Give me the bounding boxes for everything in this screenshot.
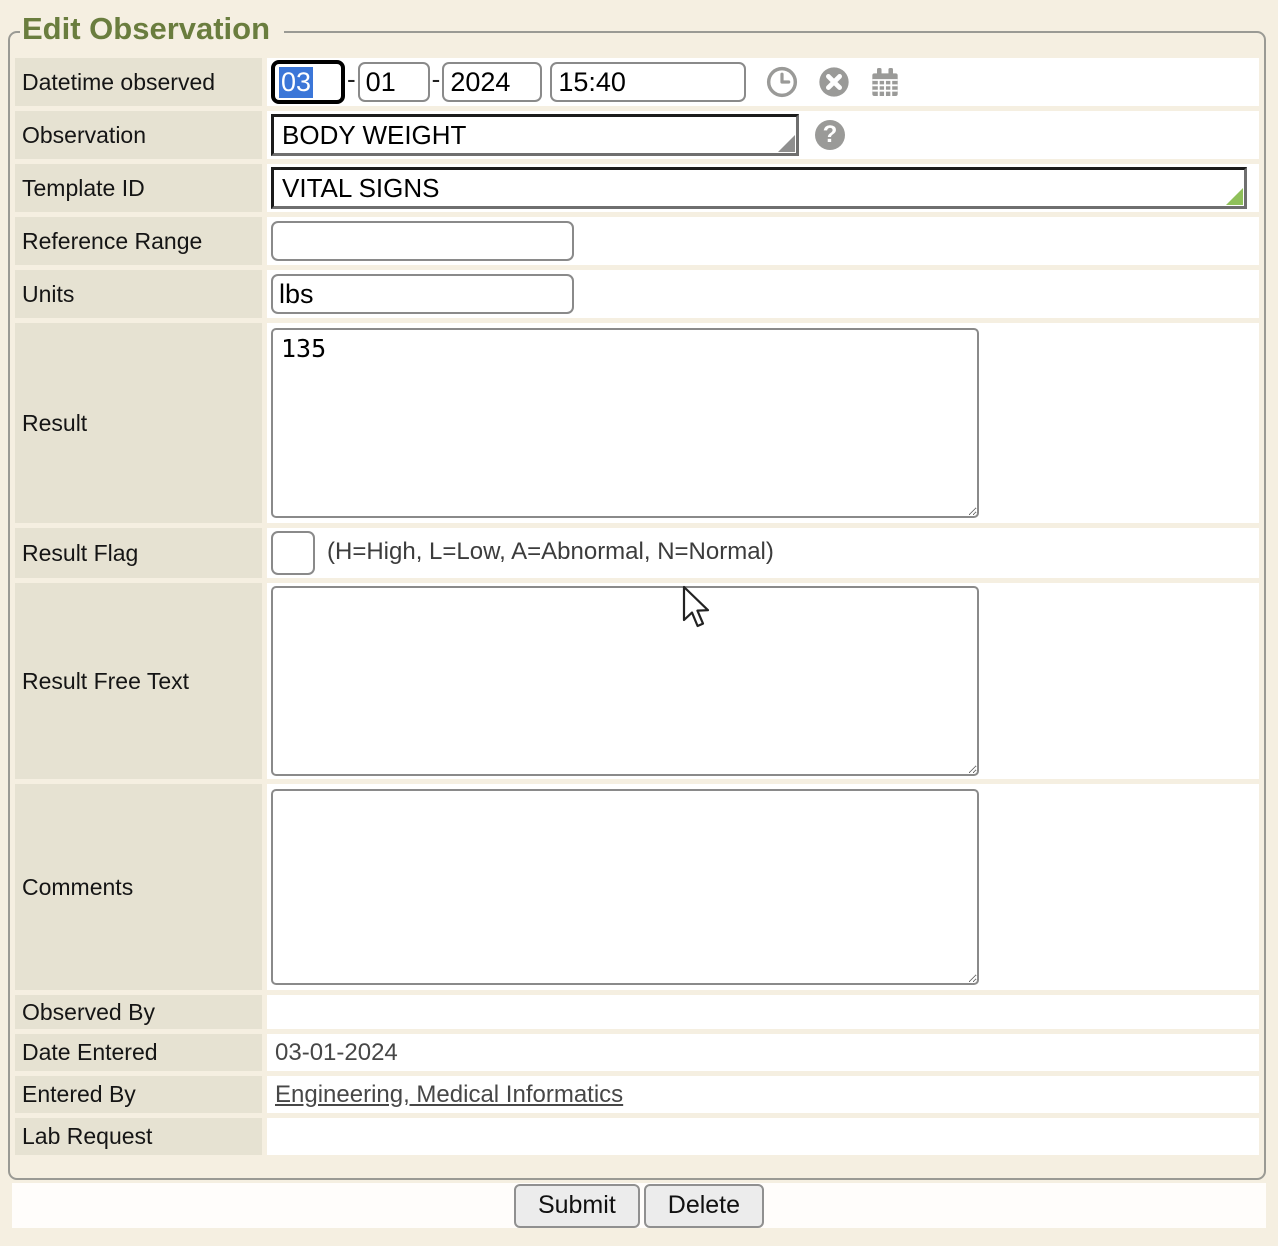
observation-select-value: BODY WEIGHT xyxy=(282,120,466,151)
row-result-free-text: Result Free Text xyxy=(15,583,1259,779)
delete-button[interactable]: Delete xyxy=(644,1184,764,1228)
date-entered-value: 03-01-2024 xyxy=(271,1039,398,1066)
result-flag-input[interactable] xyxy=(271,531,315,575)
submit-button[interactable]: Submit xyxy=(514,1184,640,1228)
row-datetime: Datetime observed 03 - - xyxy=(15,58,1259,106)
row-result: Result 135 xyxy=(15,323,1259,523)
reference-range-input[interactable] xyxy=(271,221,574,261)
month-input[interactable]: 03 xyxy=(271,60,345,104)
template-id-label: Template ID xyxy=(15,164,262,212)
row-units: Units xyxy=(15,270,1259,318)
reference-range-label: Reference Range xyxy=(15,217,262,265)
row-reference-range: Reference Range xyxy=(15,217,1259,265)
page-title: Edit Observation xyxy=(20,11,284,47)
row-lab-request: Lab Request xyxy=(15,1118,1259,1155)
result-flag-hint: (H=High, L=Low, A=Abnormal, N=Normal) xyxy=(327,538,774,565)
row-comments: Comments xyxy=(15,784,1259,990)
year-input[interactable] xyxy=(442,62,542,102)
day-input[interactable] xyxy=(358,62,430,102)
row-entered-by: Entered By Engineering, Medical Informat… xyxy=(15,1076,1259,1113)
lab-request-label: Lab Request xyxy=(15,1118,262,1155)
observation-label: Observation xyxy=(15,111,262,159)
units-label: Units xyxy=(15,270,262,318)
clear-icon[interactable] xyxy=(818,66,850,98)
form-action-bar: Submit Delete xyxy=(12,1183,1266,1228)
comments-label: Comments xyxy=(15,784,262,990)
observed-by-value xyxy=(271,998,275,1025)
row-observed-by: Observed By xyxy=(15,995,1259,1029)
observed-by-label: Observed By xyxy=(15,995,262,1029)
calendar-icon[interactable] xyxy=(869,66,901,98)
select-corner-arrow-icon xyxy=(778,135,795,152)
result-textarea[interactable]: 135 xyxy=(271,328,979,518)
observation-select[interactable]: BODY WEIGHT xyxy=(271,114,799,156)
lab-request-value xyxy=(271,1123,275,1150)
result-free-text-textarea[interactable] xyxy=(271,586,979,776)
entered-by-label: Entered By xyxy=(15,1076,262,1113)
row-date-entered: Date Entered 03-01-2024 xyxy=(15,1034,1259,1071)
entered-by-link[interactable]: Engineering, Medical Informatics xyxy=(271,1081,623,1108)
clock-icon[interactable] xyxy=(766,66,798,98)
row-template-id: Template ID VITAL SIGNS xyxy=(15,164,1259,212)
date-entered-label: Date Entered xyxy=(15,1034,262,1071)
observation-form-table: Datetime observed 03 - - xyxy=(10,53,1264,1160)
units-input[interactable] xyxy=(271,274,574,314)
comments-textarea[interactable] xyxy=(271,789,979,985)
result-free-text-label: Result Free Text xyxy=(15,583,262,779)
autocomplete-corner-icon xyxy=(1226,188,1243,205)
date-separator: - xyxy=(432,64,441,94)
template-id-value: VITAL SIGNS xyxy=(282,173,440,204)
result-label: Result xyxy=(15,323,262,523)
date-separator: - xyxy=(347,64,356,94)
row-observation: Observation BODY WEIGHT ? xyxy=(15,111,1259,159)
result-flag-label: Result Flag xyxy=(15,528,262,578)
edit-observation-fieldset: Edit Observation Datetime observed 03-- xyxy=(8,31,1266,1180)
row-result-flag: Result Flag (H=High, L=Low, A=Abnormal, … xyxy=(15,528,1259,578)
datetime-observed-label: Datetime observed xyxy=(15,58,262,106)
help-icon[interactable]: ? xyxy=(815,120,845,150)
month-input-selected-text: 03 xyxy=(279,67,313,98)
template-id-input[interactable]: VITAL SIGNS xyxy=(271,167,1247,209)
time-input[interactable] xyxy=(550,62,746,102)
